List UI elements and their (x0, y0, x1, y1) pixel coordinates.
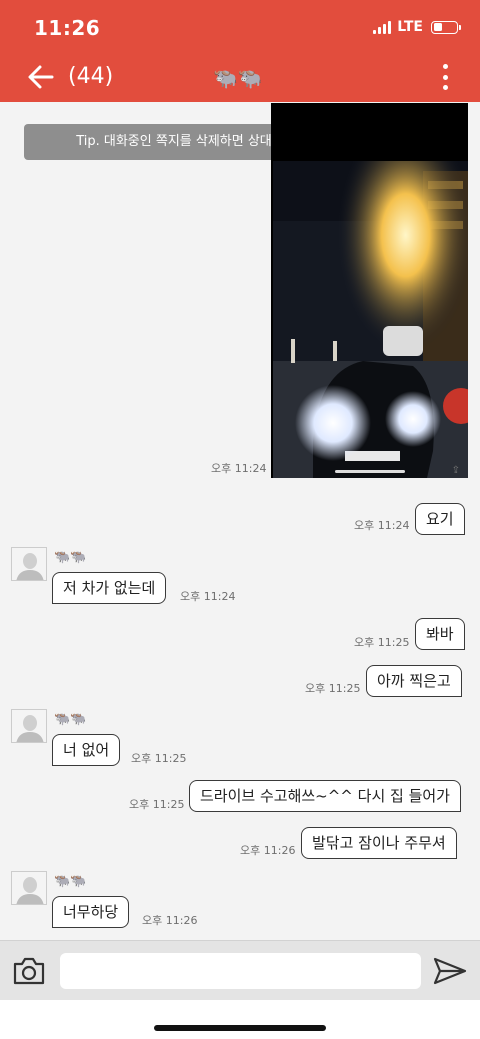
compose-bar (0, 940, 480, 1000)
send-button[interactable] (432, 955, 468, 987)
avatar[interactable] (11, 871, 47, 905)
battery-icon (431, 20, 461, 34)
sender-name: 🐃🐃 (54, 712, 87, 727)
default-avatar-icon (12, 872, 46, 904)
unread-count: (44) (68, 64, 114, 89)
message-time: 오후 11:25 (354, 636, 410, 649)
outgoing-message[interactable]: 아까 찍은고 (366, 665, 462, 697)
back-button[interactable] (26, 62, 56, 92)
outgoing-message[interactable]: 발닦고 잠이나 주무셔 (301, 827, 457, 859)
avatar[interactable] (11, 547, 47, 581)
incoming-message[interactable]: 너 없어 (52, 734, 121, 766)
sender-name: 🐃🐃 (54, 874, 87, 889)
default-avatar-icon (12, 548, 46, 580)
message-time: 오후 11:25 (129, 798, 185, 811)
status-time: 11:26 (34, 16, 101, 40)
home-area (0, 1000, 480, 1039)
share-icon[interactable]: ⇪ (452, 465, 460, 476)
network-label: LTE (397, 19, 423, 35)
message-time: 오후 11:26 (142, 914, 198, 927)
outgoing-message[interactable]: 요기 (415, 503, 465, 535)
message-input[interactable] (60, 953, 421, 989)
more-menu-button[interactable] (440, 64, 450, 90)
camera-button[interactable] (12, 955, 46, 987)
outgoing-message[interactable]: 드라이브 수고해쓰~^^ 다시 집 들어가 (189, 780, 461, 812)
message-time: 오후 11:25 (131, 752, 187, 765)
status-indicators: LTE (373, 19, 461, 35)
avatar[interactable] (11, 709, 47, 743)
camera-icon (13, 957, 45, 985)
sender-name: 🐃🐃 (54, 550, 87, 565)
message-time: 오후 11:24 (180, 590, 236, 603)
video-scrubber (335, 470, 405, 473)
outgoing-message[interactable]: 봐바 (415, 618, 465, 650)
night-street-photo (273, 161, 468, 478)
message-time: 오후 11:24 (354, 519, 410, 532)
chat-title: 🐃🐃 (213, 66, 263, 90)
message-time: 오후 11:26 (240, 844, 296, 857)
more-vertical-icon (442, 64, 448, 69)
arrow-left-icon (28, 65, 54, 89)
incoming-message[interactable]: 너무하당 (52, 896, 130, 928)
incoming-message[interactable]: 저 차가 없는데 (52, 572, 167, 604)
default-avatar-icon (12, 710, 46, 742)
photo-time: 오후 11:24 (211, 462, 267, 475)
app-header: 11:26 LTE (44) 🐃🐃 (0, 0, 480, 102)
send-icon (433, 957, 467, 985)
home-indicator[interactable] (154, 1025, 326, 1031)
signal-icon (373, 20, 392, 34)
message-time: 오후 11:25 (305, 682, 361, 695)
photo-message[interactable]: ⇪ (271, 103, 468, 478)
